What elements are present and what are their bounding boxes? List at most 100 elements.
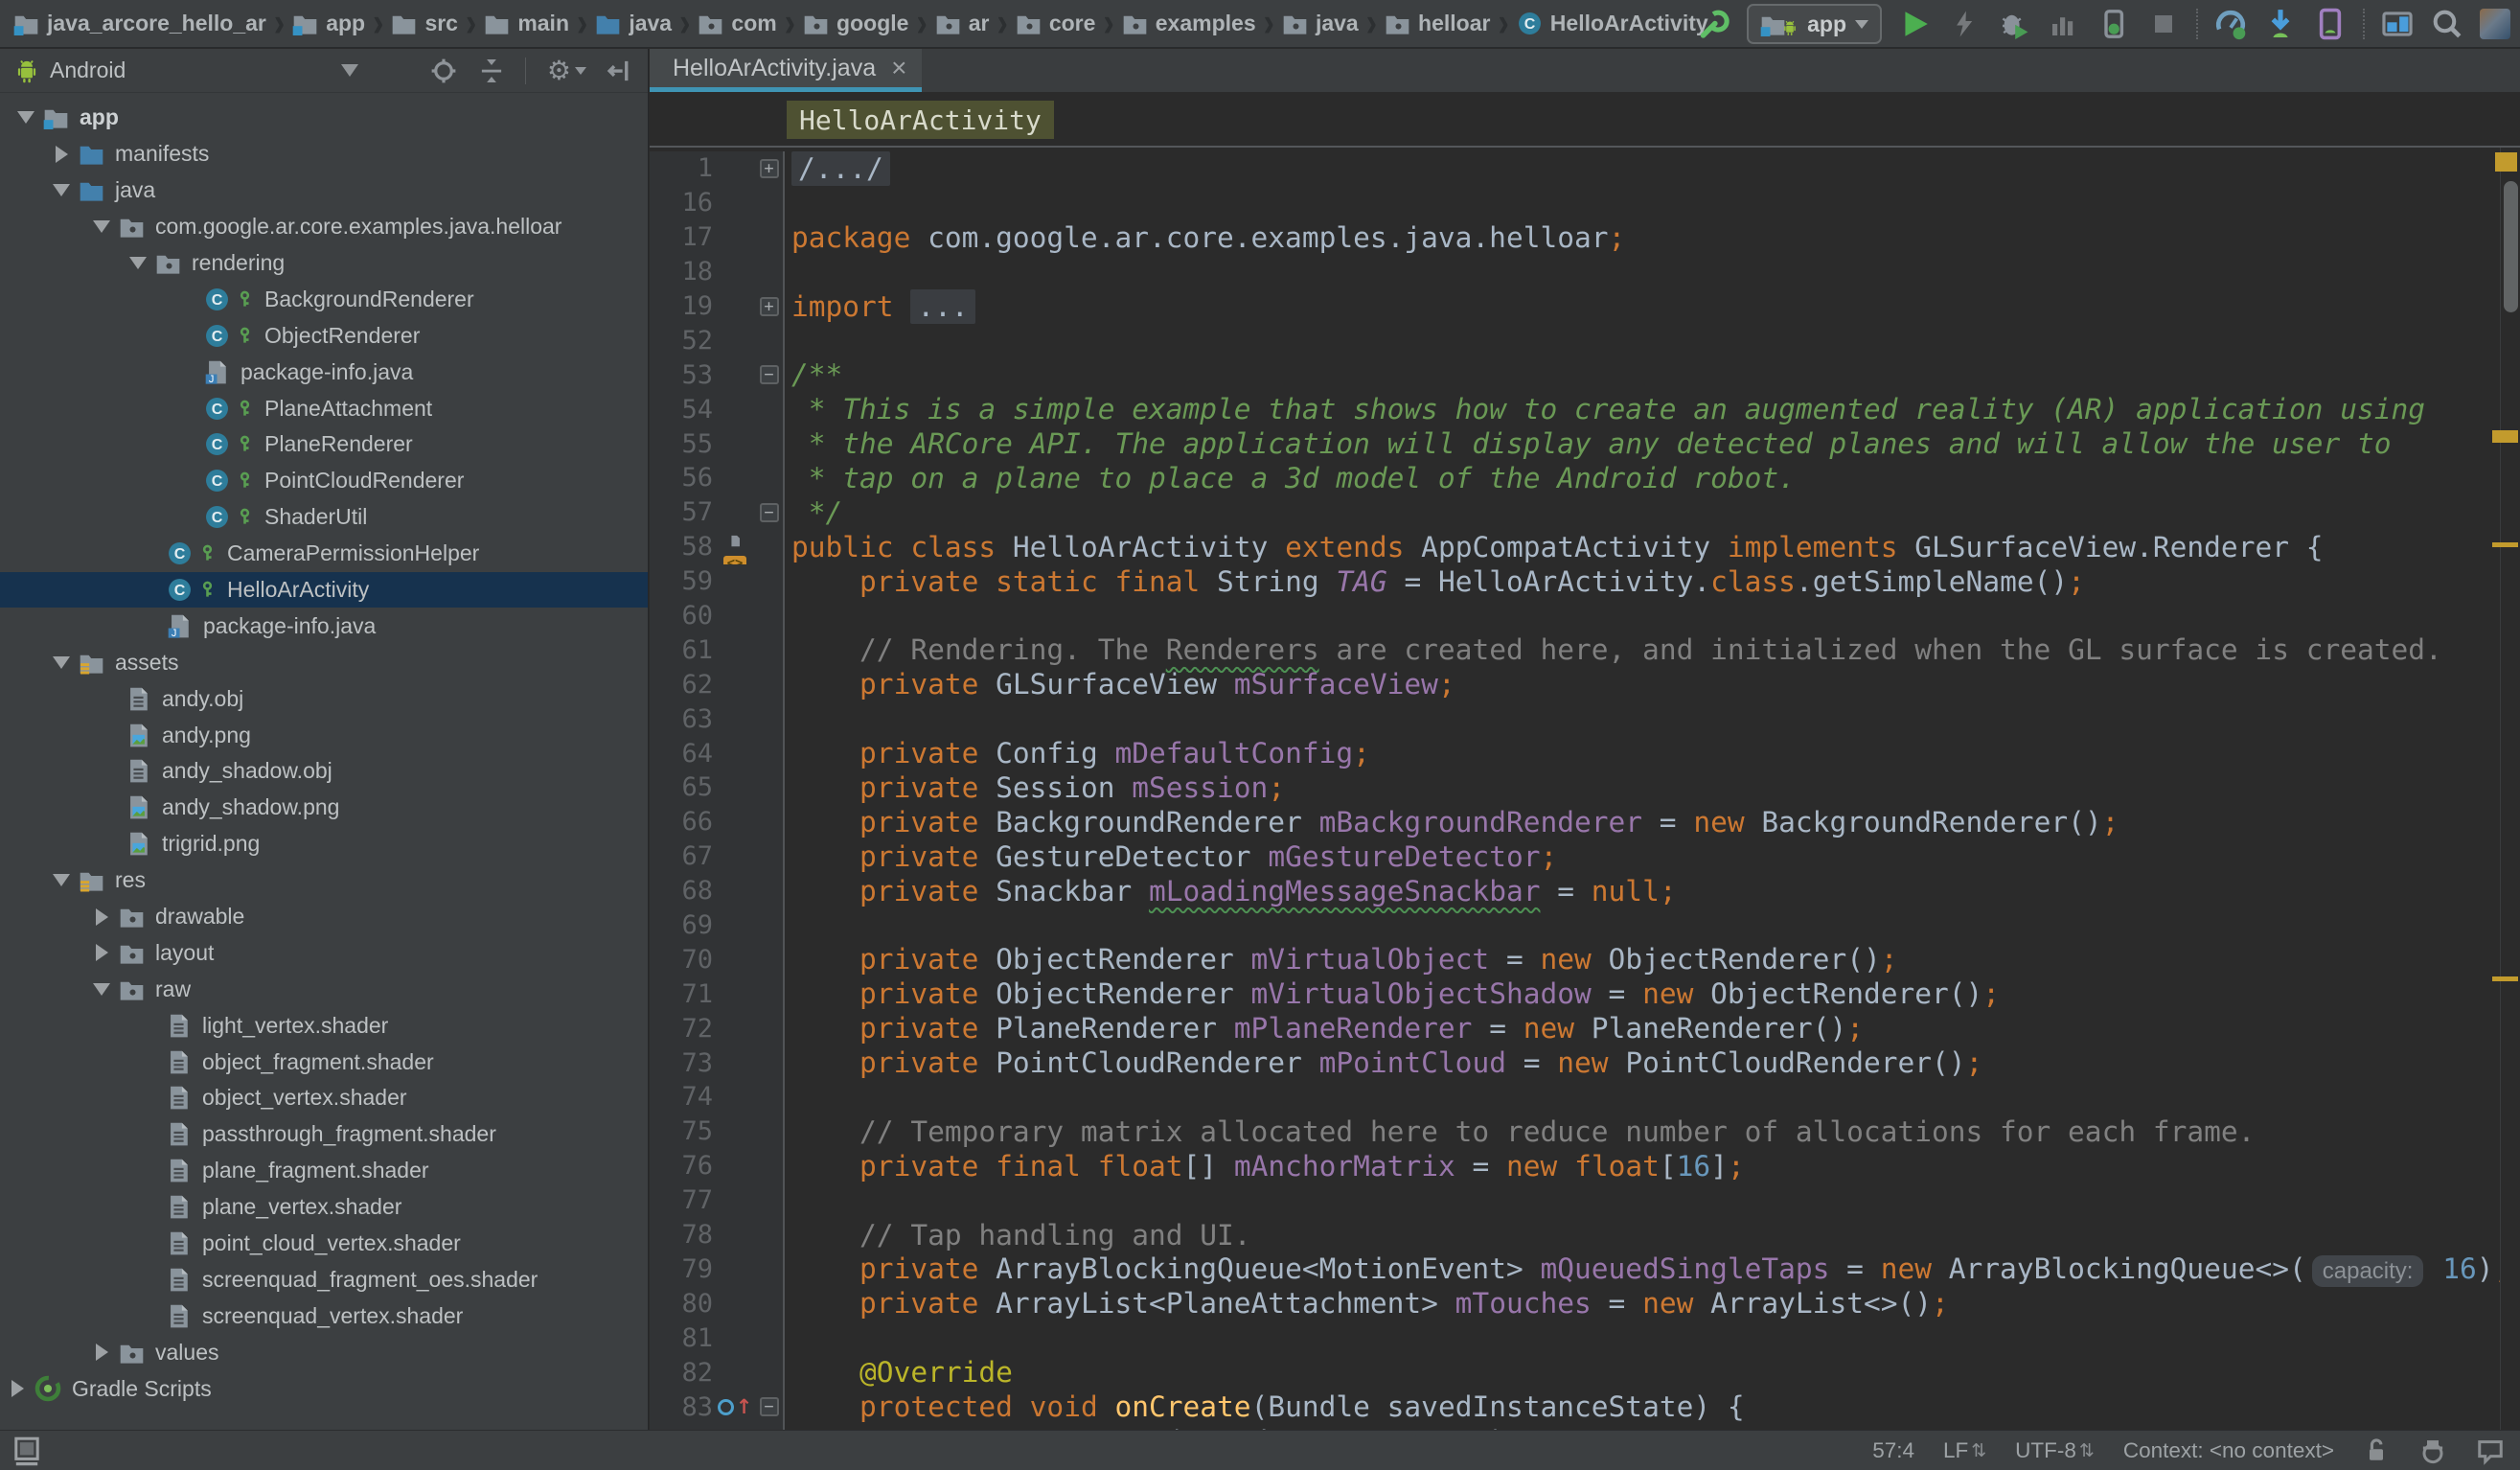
code-line-56[interactable]: 56 * tap on a plane to place a 3d model … [650, 461, 2501, 495]
tree-item-object-vertex-shader[interactable]: object_vertex.shader [0, 1080, 648, 1116]
tree-item-andy-obj[interactable]: andy.obj [0, 680, 648, 717]
tree-item-trigrid-png[interactable]: trigrid.png [0, 826, 648, 862]
tree-item-raw[interactable]: raw [0, 971, 648, 1007]
encoding-indicator[interactable]: UTF-8⇅ [2015, 1438, 2095, 1463]
breadcrumb-item-google[interactable]: google [803, 11, 908, 36]
collapse-all-button[interactable] [477, 57, 506, 85]
chevron-down-icon[interactable] [128, 257, 148, 269]
tree-item-assets[interactable]: assets [0, 644, 648, 680]
code-area[interactable]: 1+/.../1617package com.google.ar.core.ex… [650, 148, 2501, 1430]
tree-item-package-info-java[interactable]: Jpackage-info.java [0, 354, 648, 390]
tree-item-plane-vertex-shader[interactable]: plane_vertex.shader [0, 1189, 648, 1226]
run-config-selector[interactable]: app [1747, 4, 1882, 44]
tree-item-rendering[interactable]: rendering [0, 245, 648, 282]
lock-icon[interactable] [2363, 1437, 2390, 1464]
editor-scrollbar[interactable] [2500, 148, 2520, 1430]
tree-item-package-info-java[interactable]: Jpackage-info.java [0, 608, 648, 644]
toolwindow-toggle-icon[interactable] [11, 1436, 42, 1466]
tree-item-res[interactable]: res [0, 862, 648, 899]
code-line-76[interactable]: 76 private final float[] mAnchorMatrix =… [650, 1149, 2501, 1183]
fold-collapse-icon[interactable]: − [760, 1397, 779, 1416]
highlighting-level-icon[interactable] [2418, 1436, 2447, 1465]
profile-button[interactable] [2047, 7, 2081, 41]
code-line-53[interactable]: 53−/** [650, 357, 2501, 392]
breadcrumb-item-helloaractivity[interactable]: CHelloArActivity [1517, 11, 1708, 36]
fold-expand-icon[interactable]: + [760, 297, 779, 316]
code-line-67[interactable]: 67 private GestureDetector mGestureDetec… [650, 839, 2501, 874]
breadcrumb-item-java[interactable]: java [595, 11, 672, 36]
tree-item-com-google-ar-core-examples-java-helloar[interactable]: com.google.ar.core.examples.java.helloar [0, 209, 648, 245]
attach-debugger-button[interactable] [2096, 7, 2131, 41]
code-line-1[interactable]: 1+/.../ [650, 151, 2501, 186]
tree-item-screenquad-vertex-shader[interactable]: screenquad_vertex.shader [0, 1298, 648, 1334]
code-line-78[interactable]: 78 // Tap handling and UI. [650, 1218, 2501, 1252]
code-line-71[interactable]: 71 private ObjectRenderer mVirtualObject… [650, 976, 2501, 1011]
notifications-icon[interactable] [2476, 1436, 2505, 1465]
code-line-72[interactable]: 72 private PlaneRenderer mPlaneRenderer … [650, 1011, 2501, 1045]
tree-item-planerenderer[interactable]: CPlaneRenderer [0, 426, 648, 463]
chevron-down-icon[interactable] [92, 983, 111, 996]
chevron-down-icon[interactable] [52, 874, 71, 886]
code-line-18[interactable]: 18 [650, 255, 2501, 289]
editor-tab-helloaractivity[interactable]: HelloArActivity.java × [650, 49, 922, 92]
tree-item-passthrough-fragment-shader[interactable]: passthrough_fragment.shader [0, 1116, 648, 1153]
tree-item-andy-shadow-png[interactable]: andy_shadow.png [0, 790, 648, 826]
chevron-right-icon[interactable] [8, 1380, 27, 1397]
breadcrumb-item-java[interactable]: java [1282, 11, 1359, 36]
tree-item-object-fragment-shader[interactable]: object_fragment.shader [0, 1044, 648, 1080]
code-line-19[interactable]: 19+import ... [650, 289, 2501, 324]
code-line-65[interactable]: 65 private Session mSession; [650, 770, 2501, 805]
tree-item-objectrenderer[interactable]: CObjectRenderer [0, 317, 648, 354]
code-line-55[interactable]: 55 * the ARCore API. The application wil… [650, 426, 2501, 461]
code-line-60[interactable]: 60 [650, 599, 2501, 633]
breadcrumb-item-examples[interactable]: examples [1122, 11, 1256, 36]
code-line-54[interactable]: 54 * This is a simple example that shows… [650, 392, 2501, 426]
inspection-status-indicator[interactable] [2495, 152, 2517, 172]
code-line-63[interactable]: 63 [650, 701, 2501, 736]
code-line-74[interactable]: 74 [650, 1080, 2501, 1114]
breadcrumb-item-main[interactable]: main [484, 11, 569, 36]
tree-item-manifests[interactable]: manifests [0, 136, 648, 172]
chevron-down-icon[interactable] [52, 184, 71, 196]
code-line-77[interactable]: 77 [650, 1183, 2501, 1218]
sdk-manager-button[interactable] [2263, 7, 2298, 41]
locate-button[interactable] [429, 57, 458, 85]
tree-item-java[interactable]: java [0, 172, 648, 209]
code-line-59[interactable]: 59 private static final String TAG = Hel… [650, 564, 2501, 599]
tree-item-andy-shadow-obj[interactable]: andy_shadow.obj [0, 753, 648, 790]
code-line-73[interactable]: 73 private PointCloudRenderer mPointClou… [650, 1045, 2501, 1080]
tree-item-shaderutil[interactable]: CShaderUtil [0, 499, 648, 536]
fold-expand-icon[interactable]: + [760, 159, 779, 178]
chevron-right-icon[interactable] [52, 146, 71, 163]
code-line-66[interactable]: 66 private BackgroundRenderer mBackgroun… [650, 805, 2501, 839]
breadcrumb-item-com[interactable]: com [698, 11, 776, 36]
code-line-64[interactable]: 64 private Config mDefaultConfig; [650, 736, 2501, 770]
tree-item-andy-png[interactable]: andy.png [0, 717, 648, 753]
code-line-81[interactable]: 81 [650, 1321, 2501, 1355]
code-line-68[interactable]: 68 private Snackbar mLoadingMessageSnack… [650, 874, 2501, 908]
breadcrumb-item-src[interactable]: src [391, 11, 458, 36]
breadcrumb-item-ar[interactable]: ar [935, 11, 990, 36]
chevron-down-icon[interactable] [16, 111, 35, 124]
breadcrumb-item-helloar[interactable]: helloar [1385, 11, 1490, 36]
fold-collapse-icon[interactable]: − [760, 503, 779, 522]
tree-item-helloaractivity[interactable]: CHelloArActivity [0, 572, 648, 609]
code-line-58[interactable]: 58<>public class HelloArActivity extends… [650, 530, 2501, 564]
scrollbar-warning-mark[interactable] [2492, 976, 2518, 981]
code-line-52[interactable]: 52 [650, 323, 2501, 357]
code-line-61[interactable]: 61 // Rendering. The Renderers are creat… [650, 632, 2501, 667]
make-project-button[interactable] [1697, 7, 1731, 41]
folded-region[interactable]: /.../ [791, 151, 890, 186]
code-line-16[interactable]: 16 [650, 186, 2501, 220]
breadcrumb-item-core[interactable]: core [1016, 11, 1096, 36]
scrollbar-warning-mark[interactable] [2492, 542, 2518, 547]
chevron-right-icon[interactable] [92, 908, 111, 926]
tree-item-light-vertex-shader[interactable]: light_vertex.shader [0, 1007, 648, 1044]
tree-item-pointcloudrenderer[interactable]: CPointCloudRenderer [0, 463, 648, 499]
code-line-62[interactable]: 62 private GLSurfaceView mSurfaceView; [650, 667, 2501, 701]
settings-button[interactable]: ⚙ [547, 57, 586, 84]
caret-position[interactable]: 57:4 [1872, 1438, 1914, 1463]
chevron-right-icon[interactable] [92, 1344, 111, 1361]
apply-changes-button[interactable] [1947, 7, 1982, 41]
tree-item-drawable[interactable]: drawable [0, 899, 648, 935]
